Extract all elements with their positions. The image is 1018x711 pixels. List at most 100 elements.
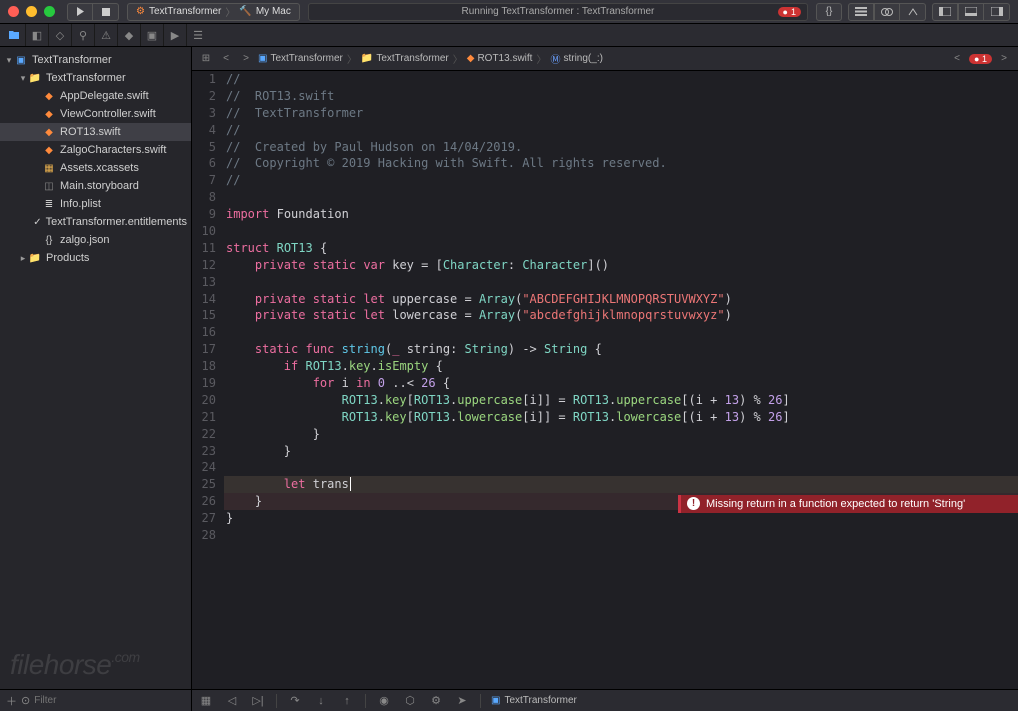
code-line[interactable]: } bbox=[224, 443, 1018, 460]
code-line[interactable]: // Created by Paul Hudson on 14/04/2019. bbox=[224, 139, 1018, 156]
code-editor[interactable]: 1234567891011121314151617181920212223242… bbox=[192, 71, 1018, 689]
code-line[interactable]: // bbox=[224, 172, 1018, 189]
library-button[interactable]: {} bbox=[816, 3, 842, 21]
code-line[interactable] bbox=[224, 324, 1018, 341]
issue-navigator-tab[interactable]: ⚠ bbox=[94, 24, 117, 46]
code-line[interactable]: private static let uppercase = Array("AB… bbox=[224, 291, 1018, 308]
jump-segment[interactable]: 📁TextTransformer bbox=[361, 53, 449, 64]
jump-prev-icon[interactable]: < bbox=[949, 53, 965, 64]
source-text[interactable]: //// ROT13.swift// TextTransformer//// C… bbox=[224, 71, 1018, 544]
nav-item[interactable]: ◫Main.storyboard bbox=[0, 177, 191, 195]
toggle-navigator-button[interactable] bbox=[932, 3, 958, 21]
code-line[interactable]: // Copyright © 2019 Hacking with Swift. … bbox=[224, 155, 1018, 172]
nav-item-label: Main.storyboard bbox=[60, 180, 139, 192]
nav-item[interactable]: ▦Assets.xcassets bbox=[0, 159, 191, 177]
project-navigator-tab[interactable] bbox=[2, 24, 25, 46]
debug-view-icon[interactable]: ◉ bbox=[376, 694, 392, 707]
disclosure-icon[interactable]: ▸ bbox=[18, 253, 28, 264]
source-control-tab[interactable]: ◧ bbox=[25, 24, 48, 46]
jump-segment[interactable]: Ⓜstring(_:) bbox=[550, 51, 602, 66]
code-line[interactable]: import Foundation bbox=[224, 206, 1018, 223]
forward-icon[interactable]: > bbox=[238, 53, 254, 64]
nav-item[interactable]: ◆ZalgoCharacters.swift bbox=[0, 141, 191, 159]
nav-item[interactable]: ▾▣TextTransformer bbox=[0, 51, 191, 69]
line-number: 25 bbox=[192, 476, 216, 493]
code-line[interactable]: // bbox=[224, 122, 1018, 139]
find-navigator-tab[interactable]: ⚲ bbox=[71, 24, 94, 46]
test-navigator-tab[interactable]: ◆ bbox=[117, 24, 140, 46]
filter-icon[interactable]: ⊙ bbox=[21, 694, 30, 707]
minimize-icon[interactable] bbox=[26, 6, 37, 17]
code-line[interactable]: ROT13.key[ROT13.uppercase[i]] = ROT13.up… bbox=[224, 392, 1018, 409]
continue-icon[interactable]: ▷| bbox=[250, 694, 266, 707]
run-button[interactable] bbox=[67, 3, 93, 21]
nav-item[interactable]: ▸📁Products bbox=[0, 249, 191, 267]
code-line[interactable]: ROT13.key[ROT13.lowercase[i]] = ROT13.lo… bbox=[224, 409, 1018, 426]
step-out-icon[interactable]: ↑ bbox=[339, 695, 355, 707]
code-line[interactable]: // ROT13.swift bbox=[224, 88, 1018, 105]
assistant-editor-button[interactable] bbox=[874, 3, 900, 21]
nav-item[interactable]: ◆AppDelegate.swift bbox=[0, 87, 191, 105]
nav-item[interactable]: ◆ROT13.swift bbox=[0, 123, 191, 141]
status-error-badge[interactable]: ● 1 bbox=[778, 7, 801, 17]
debug-navigator-tab[interactable]: ▣ bbox=[140, 24, 163, 46]
scheme-selector[interactable]: ⚙ TextTransformer 〉 🔨 My Mac bbox=[127, 3, 300, 21]
breakpoint-navigator-tab[interactable]: ▶ bbox=[163, 24, 186, 46]
debug-process-crumb[interactable]: ▣ TextTransformer bbox=[491, 695, 577, 706]
error-icon: ● bbox=[783, 7, 788, 17]
environment-icon[interactable]: ⚙ bbox=[428, 694, 444, 707]
method-icon: Ⓜ bbox=[550, 51, 560, 66]
stop-button[interactable] bbox=[93, 3, 119, 21]
disclosure-icon[interactable]: ▾ bbox=[18, 73, 28, 84]
nav-item[interactable]: ▾📁TextTransformer bbox=[0, 69, 191, 87]
symbol-navigator-tab[interactable]: ◇ bbox=[48, 24, 71, 46]
code-line[interactable] bbox=[224, 223, 1018, 240]
code-line[interactable] bbox=[224, 459, 1018, 476]
code-line[interactable]: } bbox=[224, 426, 1018, 443]
toggle-debug-button[interactable] bbox=[958, 3, 984, 21]
location-icon[interactable]: ➤ bbox=[454, 694, 470, 707]
navigator-filter-input[interactable] bbox=[34, 695, 185, 706]
jump-next-icon[interactable]: > bbox=[996, 53, 1012, 64]
code-line[interactable] bbox=[224, 527, 1018, 544]
step-into-icon[interactable]: ↓ bbox=[313, 695, 329, 707]
close-icon[interactable] bbox=[8, 6, 19, 17]
code-line[interactable]: private static let lowercase = Array("ab… bbox=[224, 307, 1018, 324]
step-over-icon[interactable]: ↷ bbox=[287, 694, 303, 707]
code-line[interactable]: for i in 0 ..< 26 { bbox=[224, 375, 1018, 392]
memory-graph-icon[interactable]: ⬡ bbox=[402, 694, 418, 707]
nav-item[interactable]: ◆ViewController.swift bbox=[0, 105, 191, 123]
code-line[interactable]: if ROT13.key.isEmpty { bbox=[224, 358, 1018, 375]
folder-icon: 📁 bbox=[28, 251, 42, 265]
breakpoints-icon[interactable]: ◁ bbox=[224, 694, 240, 707]
hammer-icon: 🔨 bbox=[239, 6, 251, 17]
nav-item[interactable]: ✓TextTransformer.entitlements bbox=[0, 213, 191, 231]
standard-editor-button[interactable] bbox=[848, 3, 874, 21]
line-number: 9 bbox=[192, 206, 216, 223]
code-line[interactable]: private static var key = [Character: Cha… bbox=[224, 257, 1018, 274]
scheme-destination: My Mac bbox=[256, 6, 291, 17]
report-navigator-tab[interactable]: ☰ bbox=[186, 24, 209, 46]
hide-debug-icon[interactable]: ▦ bbox=[198, 694, 214, 707]
nav-item-label: zalgo.json bbox=[60, 234, 110, 246]
related-items-icon[interactable]: ⊞ bbox=[198, 53, 214, 64]
code-line[interactable]: static func string(_ string: String) -> … bbox=[224, 341, 1018, 358]
maximize-icon[interactable] bbox=[44, 6, 55, 17]
add-icon[interactable]: ＋ bbox=[6, 693, 17, 709]
code-line[interactable]: // TextTransformer bbox=[224, 105, 1018, 122]
jump-error-badge[interactable]: ● 1 bbox=[969, 54, 992, 64]
back-icon[interactable]: < bbox=[218, 53, 234, 64]
code-line[interactable]: struct ROT13 { bbox=[224, 240, 1018, 257]
disclosure-icon[interactable]: ▾ bbox=[4, 55, 14, 66]
jump-segment[interactable]: ▣TextTransformer bbox=[258, 53, 343, 64]
jump-segment[interactable]: ◆ROT13.swift bbox=[467, 53, 533, 64]
code-line[interactable] bbox=[224, 189, 1018, 206]
version-editor-button[interactable] bbox=[900, 3, 926, 21]
nav-item[interactable]: {}zalgo.json bbox=[0, 231, 191, 249]
inline-error-banner[interactable]: ! Missing return in a function expected … bbox=[678, 495, 1018, 514]
code-line[interactable] bbox=[224, 274, 1018, 291]
code-line[interactable]: // bbox=[224, 71, 1018, 88]
toggle-inspector-button[interactable] bbox=[984, 3, 1010, 21]
code-line[interactable]: let trans bbox=[224, 476, 1018, 493]
nav-item[interactable]: ≣Info.plist bbox=[0, 195, 191, 213]
